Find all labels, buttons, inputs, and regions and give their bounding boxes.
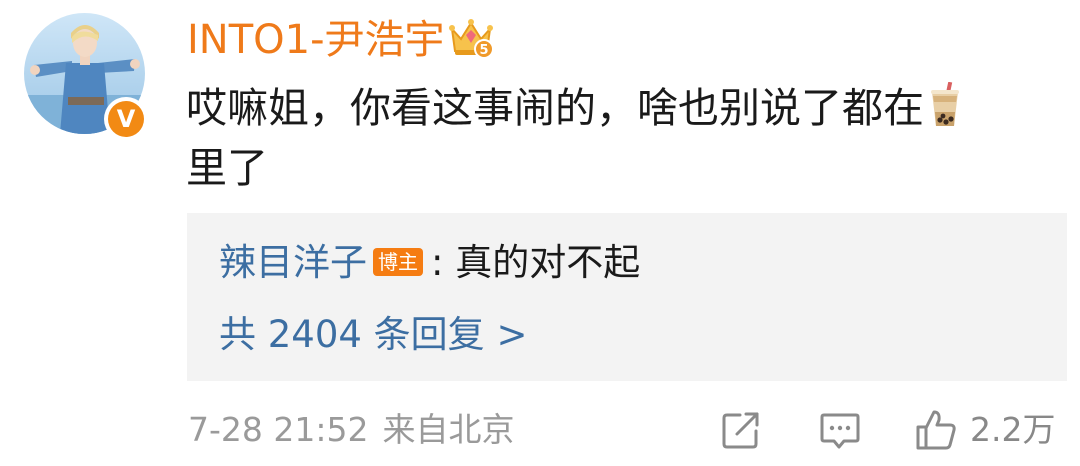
reply-author[interactable]: 辣目洋子 xyxy=(219,241,367,284)
share-button[interactable] xyxy=(720,408,762,452)
reply-preview[interactable]: 辣目洋子 博主: 真的对不起 共 2404 条回复 > xyxy=(187,213,1067,381)
reply-button[interactable] xyxy=(819,408,861,452)
reply-line: 辣目洋子 博主: 真的对不起 xyxy=(219,239,640,287)
reply-text: 真的对不起 xyxy=(455,241,641,284)
comment-text: 哎嘛姐，你看这事闹的，啥也别说了都在 里了 xyxy=(186,78,1046,198)
reply-colon: : xyxy=(431,241,444,284)
comment-meta: 7-28 21:52 来自北京 xyxy=(188,406,515,454)
comment-icon xyxy=(820,413,860,449)
more-replies-link[interactable]: 共 2404 条回复 > xyxy=(219,311,527,359)
comment-item: V INTO1-尹浩宇 5 哎嘛姐，你看这事闹的，啥也别说了都在 里了 辣目洋子… xyxy=(0,0,1080,466)
like-count: 2.2万 xyxy=(970,410,1056,449)
location: 来自北京 xyxy=(382,410,515,449)
milk-tea-icon xyxy=(931,82,959,126)
share-icon xyxy=(722,412,759,449)
timestamp: 7-28 21:52 xyxy=(188,410,369,449)
vip-crown-icon[interactable]: 5 xyxy=(448,17,494,61)
username[interactable]: INTO1-尹浩宇 xyxy=(187,14,445,66)
crown-level: 5 xyxy=(479,43,488,58)
comment-line-2: 里了 xyxy=(186,144,268,192)
blogger-tag: 博主 xyxy=(373,248,423,276)
thumbs-up-icon xyxy=(916,410,956,450)
comment-line-1: 哎嘛姐，你看这事闹的，啥也别说了都在 xyxy=(186,78,1046,138)
like-button[interactable]: 2.2万 xyxy=(914,408,1055,452)
verified-badge: V xyxy=(104,97,148,141)
